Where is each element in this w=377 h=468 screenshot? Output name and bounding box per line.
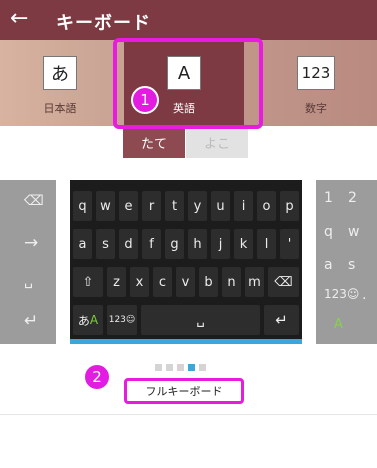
key-h: h [188, 229, 207, 259]
key-period: . [362, 287, 367, 303]
key-i: i [234, 191, 253, 221]
numbers-emoji-key: 123☺ [107, 305, 137, 335]
key-c: c [153, 267, 172, 297]
keyboard-preview-previous[interactable]: ⌫ → ␣ ↵ [0, 180, 56, 344]
key-t: t [165, 191, 184, 221]
tab-landscape[interactable]: よこ [186, 126, 248, 158]
key-f: f [142, 229, 161, 259]
backspace-icon: ⌫ [24, 193, 44, 209]
key-n: n [222, 267, 241, 297]
page-dot-active [188, 364, 195, 371]
key-g: g [165, 229, 184, 259]
app-header: ← キーボード [0, 0, 377, 40]
key-1: 1 [324, 190, 333, 206]
backspace-icon: ⌫ [268, 267, 299, 297]
tab-portrait[interactable]: たて [123, 126, 185, 158]
input-mode-key: あA [73, 305, 103, 335]
page-title: キーボード [56, 13, 151, 34]
key-r: r [142, 191, 161, 221]
key-2: 2 [348, 190, 357, 206]
key-d: d [119, 229, 138, 259]
key-b: b [199, 267, 218, 297]
input-type-japanese[interactable]: あ 日本語 [0, 40, 120, 126]
callout-badge-2: 2 [83, 363, 111, 391]
key-u: u [211, 191, 230, 221]
keyboard-layout-name: フルキーボード [124, 378, 244, 404]
keyboard-layout-carousel[interactable]: ⌫ → ␣ ↵ q w e r t y u i o p a s d f g h … [0, 180, 377, 344]
key-j: j [211, 229, 230, 259]
key-s: s [96, 229, 115, 259]
shift-icon: ⇧ [73, 267, 103, 297]
page-dot [177, 364, 184, 371]
divider [0, 414, 377, 415]
enter-icon: ↵ [264, 305, 299, 335]
key-p: p [280, 191, 299, 221]
arrow-left-icon[interactable]: ← [10, 6, 28, 31]
numbers-emoji-key: 123☺ [324, 287, 360, 301]
key-o: o [257, 191, 276, 221]
input-type-label: 数字 [305, 102, 327, 115]
english-mode-label: A [334, 317, 343, 332]
key-m: m [245, 267, 264, 297]
callout-badge-1: 1 [131, 86, 159, 114]
hiragana-mode-label: あ [77, 313, 90, 328]
key-a: a [324, 257, 333, 273]
key-l: l [257, 229, 276, 259]
space-icon: ␣ [141, 305, 260, 335]
key-k: k [234, 229, 253, 259]
key-s: s [348, 257, 356, 273]
key-e: e [119, 191, 138, 221]
keyboard-preview-next[interactable]: 1 2 q w a s 123☺ . A [316, 180, 377, 344]
callout-highlight-1 [113, 38, 263, 129]
key-x: x [130, 267, 149, 297]
key-v: v [176, 267, 195, 297]
key-apostrophe: ' [280, 229, 299, 259]
input-type-number[interactable]: 123 数字 [256, 40, 376, 126]
page-dot [199, 364, 206, 371]
key-w: w [348, 224, 360, 240]
key-q: q [324, 224, 333, 240]
page-dot [155, 364, 162, 371]
input-type-label: 日本語 [43, 102, 77, 115]
japanese-key-icon: あ [43, 56, 77, 90]
key-z: z [107, 267, 126, 297]
key-y: y [188, 191, 207, 221]
enter-icon: ↵ [24, 311, 39, 331]
arrow-right-icon: → [24, 233, 39, 253]
key-a: a [73, 229, 92, 259]
space-icon: ␣ [24, 273, 33, 289]
full-keyboard-preview[interactable]: q w e r t y u i o p a s d f g h j k l ' … [70, 180, 302, 344]
number-key-icon: 123 [297, 56, 335, 90]
key-q: q [73, 191, 92, 221]
key-w: w [96, 191, 115, 221]
page-dot [166, 364, 173, 371]
english-mode-label: A [89, 313, 99, 327]
